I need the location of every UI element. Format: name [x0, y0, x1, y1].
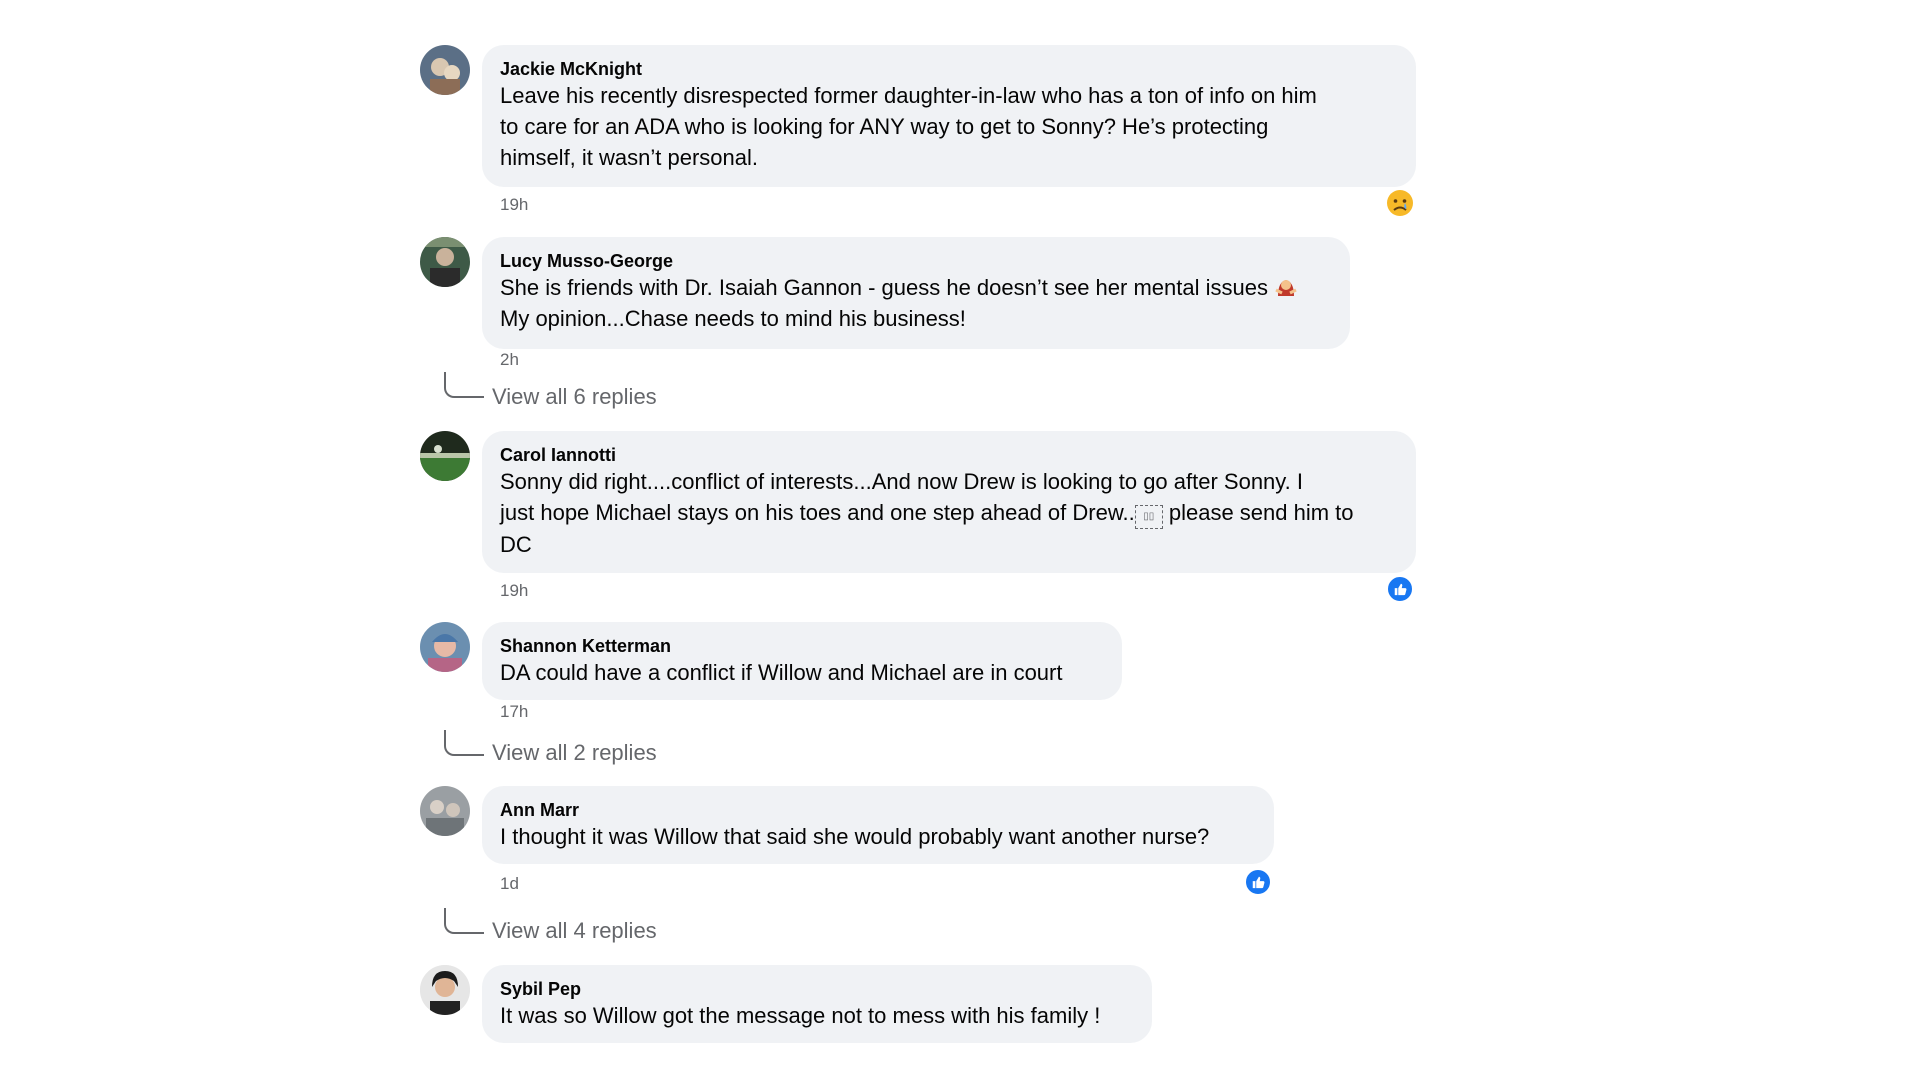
comment-author[interactable]: Shannon Ketterman — [500, 635, 1104, 657]
comment-text: Leave his recently disrespected former d… — [500, 80, 1398, 173]
avatar[interactable] — [420, 965, 470, 1015]
comment-timestamp[interactable]: 19h — [500, 195, 528, 215]
reply-thread-connector — [444, 908, 484, 934]
comment-bubble: Jackie McKnight Leave his recently disre… — [482, 45, 1416, 187]
comment-timestamp[interactable]: 17h — [500, 702, 528, 722]
comment-author[interactable]: Ann Marr — [500, 799, 1256, 821]
avatar[interactable] — [420, 45, 470, 95]
comment-text: DA could have a conflict if Willow and M… — [500, 657, 1104, 688]
reply-thread-connector — [444, 730, 484, 756]
unsupported-emoji-icon: ▯▯ — [1134, 505, 1163, 529]
comment-line-text: just hope Michael stays on his toes and … — [500, 500, 1135, 525]
comment-timestamp[interactable]: 2h — [500, 350, 519, 370]
avatar[interactable] — [420, 431, 470, 481]
comment-line: just hope Michael stays on his toes and … — [500, 497, 1398, 529]
sad-reaction-icon[interactable] — [1386, 189, 1414, 217]
comment-line: DA could have a conflict if Willow and M… — [500, 660, 1063, 685]
comment-timestamp[interactable]: 19h — [500, 581, 528, 601]
reply-thread-connector — [444, 372, 484, 398]
comment-line-text: She is friends with Dr. Isaiah Gannon - … — [500, 275, 1268, 300]
avatar[interactable] — [420, 622, 470, 672]
comment-bubble: Sybil Pep It was so Willow got the messa… — [482, 965, 1152, 1043]
comment-line: to care for an ADA who is looking for AN… — [500, 114, 1269, 139]
comment-author[interactable]: Carol Iannotti — [500, 444, 1398, 466]
comment-line: I thought it was Willow that said she wo… — [500, 824, 1210, 849]
like-reaction-icon[interactable] — [1244, 868, 1272, 896]
comment-bubble: Ann Marr I thought it was Willow that sa… — [482, 786, 1274, 864]
view-replies-link[interactable]: View all 4 replies — [492, 918, 657, 944]
comment-line: My opinion...Chase needs to mind his bus… — [500, 306, 966, 331]
comment-author[interactable]: Lucy Musso-George — [500, 250, 1332, 272]
avatar[interactable] — [420, 786, 470, 836]
avatar[interactable] — [420, 237, 470, 287]
like-reaction-icon[interactable] — [1386, 575, 1414, 603]
comment-text: She is friends with Dr. Isaiah Gannon - … — [500, 272, 1332, 334]
comment-text: Sonny did right....conflict of interests… — [500, 466, 1398, 560]
comment-line: DC — [500, 532, 532, 557]
comment-bubble: Carol Iannotti Sonny did right....confli… — [482, 431, 1416, 573]
comment-author[interactable]: Jackie McKnight — [500, 58, 1398, 80]
view-replies-link[interactable]: View all 6 replies — [492, 384, 657, 410]
comment-line: Leave his recently disrespected former d… — [500, 83, 1317, 108]
comment-line: It was so Willow got the message not to … — [500, 1003, 1101, 1028]
woman-gesturing-emoji-icon — [1274, 274, 1298, 298]
comment-line-text: please send him to — [1162, 500, 1354, 525]
comment-line: Sonny did right....conflict of interests… — [500, 469, 1303, 494]
comment-line: She is friends with Dr. Isaiah Gannon - … — [500, 272, 1332, 303]
comment-bubble: Lucy Musso-George She is friends with Dr… — [482, 237, 1350, 349]
comment-author[interactable]: Sybil Pep — [500, 978, 1134, 1000]
comment-line: himself, it wasn’t personal. — [500, 145, 758, 170]
comment-bubble: Shannon Ketterman DA could have a confli… — [482, 622, 1122, 700]
comment-text: It was so Willow got the message not to … — [500, 1000, 1134, 1031]
comment-timestamp[interactable]: 1d — [500, 874, 519, 894]
view-replies-link[interactable]: View all 2 replies — [492, 740, 657, 766]
comment-text: I thought it was Willow that said she wo… — [500, 821, 1256, 852]
